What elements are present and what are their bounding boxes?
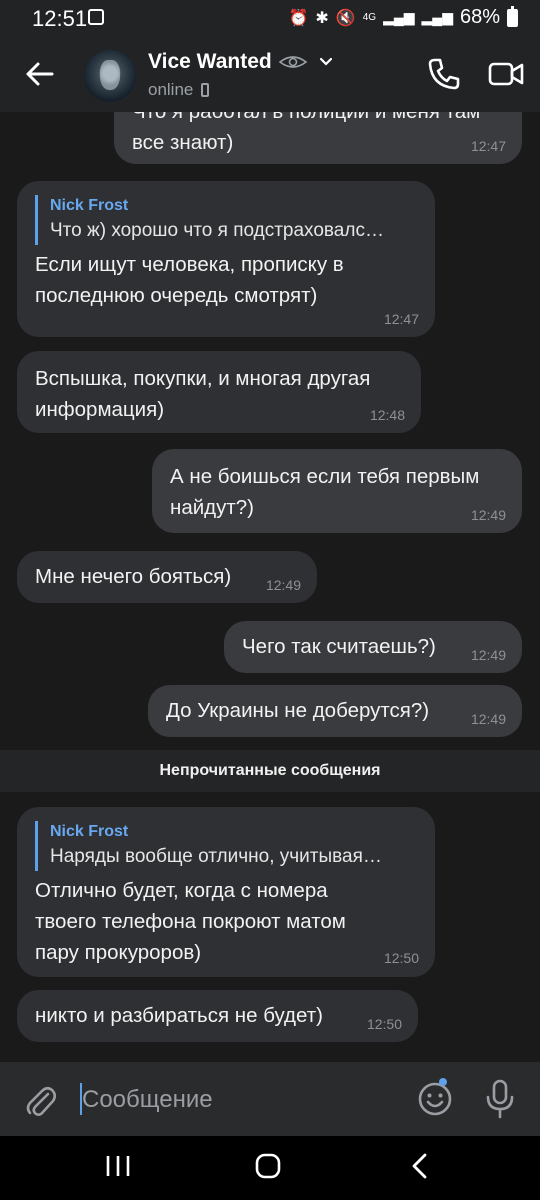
bluetooth-icon: ✱: [315, 9, 329, 27]
contact-name-row[interactable]: Vice Wanted: [148, 50, 334, 74]
message-bubble-incoming[interactable]: Мне нечего бояться) 12:49: [17, 551, 317, 603]
message-bubble-incoming[interactable]: Nick Frost Что ж) хорошо что я подстрахо…: [17, 181, 435, 337]
system-nav-bar: [0, 1136, 540, 1200]
microphone-icon[interactable]: [482, 1078, 518, 1120]
reply-author: Nick Frost: [50, 823, 129, 840]
message-text: Чего так считаешь?): [242, 635, 436, 658]
reply-text: Что ж) хорошо что я подстраховалс…: [50, 220, 384, 241]
message-text: Вспышка, покупки, и многая другая информ…: [35, 367, 371, 421]
network-type: 4G: [362, 12, 377, 23]
back-icon[interactable]: [408, 1152, 432, 1180]
reply-text: Наряды вообще отлично, учитывая…: [50, 846, 382, 867]
message-text: А не боишься если тебя первым найдут?): [170, 465, 480, 519]
message-composer: [0, 1062, 540, 1136]
message-input[interactable]: [82, 1080, 382, 1120]
message-bubble-outgoing[interactable]: А не боишься если тебя первым найдут?) 1…: [152, 449, 522, 533]
battery-icon: [507, 5, 518, 27]
message-time: 12:49: [470, 647, 506, 663]
battery-percent: 68%: [459, 6, 500, 28]
video-camera-icon[interactable]: [486, 54, 526, 94]
notification-dot: [439, 1078, 447, 1086]
message-time: 12:49: [470, 711, 506, 727]
home-icon[interactable]: [254, 1152, 282, 1180]
eye-icon: [278, 56, 308, 68]
message-text: Что я работал в полиции и меня там все з…: [132, 112, 480, 154]
phone-icon[interactable]: [424, 54, 464, 94]
reply-preview[interactable]: Nick Frost Наряды вообще отлично, учитыв…: [35, 821, 417, 871]
chat-header: Vice Wanted online: [0, 36, 540, 112]
status-bar: 12:51 ⏰ ✱ 🔇 4G ▂▄▆ ▂▄▆ 68%: [0, 0, 540, 36]
mobile-device-icon: [201, 83, 210, 97]
message-time: 12:48: [369, 407, 405, 423]
message-time: 12:50: [366, 1016, 402, 1032]
chevron-down-icon[interactable]: [318, 56, 334, 68]
message-bubble-outgoing[interactable]: До Украины не доберутся?) 12:49: [148, 685, 522, 737]
message-bubble-incoming[interactable]: Вспышка, покупки, и многая другая информ…: [17, 351, 421, 433]
status-time: 12:51: [32, 6, 88, 31]
status-icons: ⏰ ✱ 🔇 4G ▂▄▆ ▂▄▆ 68%: [288, 5, 518, 29]
message-text: Отлично будет, когда с номера твоего тел…: [35, 879, 346, 964]
message-bubble-outgoing[interactable]: Чего так считаешь?) 12:49: [224, 621, 522, 673]
message-time: 12:49: [265, 577, 301, 593]
message-bubble-incoming[interactable]: Nick Frost Наряды вообще отлично, учитыв…: [17, 807, 435, 977]
signal-icon-2: ▂▄▆: [421, 9, 453, 25]
contact-status-row: online: [148, 80, 210, 100]
message-text: Если ищут человека, прописку в последнюю…: [35, 253, 344, 307]
message-time: 12:47: [383, 311, 419, 327]
avatar-image: [100, 60, 120, 90]
message-text: Мне нечего бояться): [35, 565, 232, 588]
message-time: 12:47: [470, 138, 506, 154]
mute-icon: 🔇: [335, 9, 356, 27]
contact-name: Vice Wanted: [148, 50, 272, 73]
message-bubble-outgoing[interactable]: Что я работал в полиции и меня там все з…: [114, 112, 522, 164]
contact-status: online: [148, 80, 194, 99]
unread-divider-label: Непрочитанные сообщения: [159, 762, 381, 779]
paperclip-icon[interactable]: [22, 1080, 58, 1120]
unread-divider: Непрочитанные сообщения: [0, 750, 540, 792]
alarm-icon: ⏰: [288, 9, 309, 27]
chat-screen: 12:51 ⏰ ✱ 🔇 4G ▂▄▆ ▂▄▆ 68% Vice Wanted o…: [0, 0, 540, 1200]
reply-author: Nick Frost: [50, 197, 129, 214]
arrow-left-icon[interactable]: [22, 56, 58, 92]
message-time: 12:49: [470, 507, 506, 523]
avatar[interactable]: [84, 50, 136, 102]
message-bubble-incoming[interactable]: никто и разбираться не будет) 12:50: [17, 990, 418, 1042]
message-text: До Украины не доберутся?): [166, 699, 430, 722]
recent-apps-icon[interactable]: [104, 1154, 132, 1178]
notification-icon: [88, 9, 104, 25]
message-text: никто и разбираться не будет): [35, 1004, 323, 1027]
emoji-icon[interactable]: [416, 1080, 454, 1118]
message-list[interactable]: Что я работал в полиции и меня там все з…: [0, 112, 540, 1062]
reply-preview[interactable]: Nick Frost Что ж) хорошо что я подстрахо…: [35, 195, 417, 245]
message-time: 12:50: [383, 950, 419, 966]
signal-icon: ▂▄▆: [383, 9, 415, 25]
